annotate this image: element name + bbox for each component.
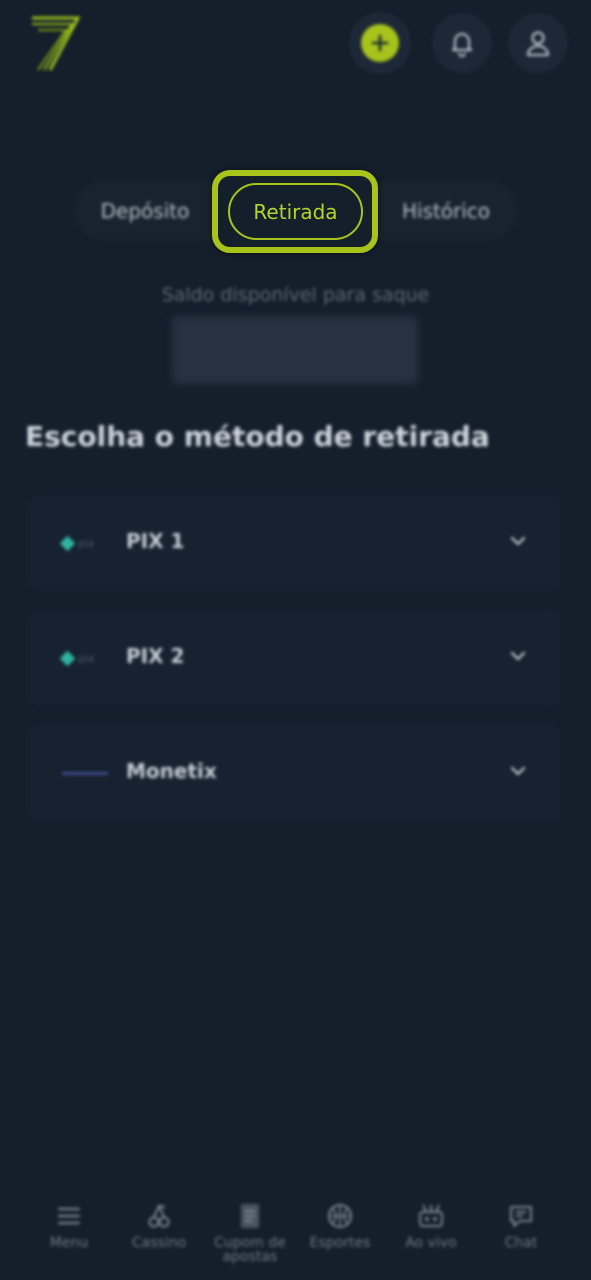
nav-label: Chat (504, 1235, 538, 1251)
bell-icon (452, 33, 472, 57)
nav-label: Cassino (131, 1235, 187, 1251)
tab-deposito[interactable]: Depósito (74, 181, 216, 241)
basketball-icon (295, 1196, 385, 1236)
bottom-nav: Menu Cassino Cupom de apostas Esportes A… (0, 1196, 591, 1280)
nav-label: Ao vivo (405, 1235, 457, 1251)
seven-logo-icon[interactable] (28, 14, 82, 72)
chevron-down-icon[interactable] (508, 646, 528, 666)
method-name: PIX 1 (126, 529, 185, 553)
nav-menu[interactable]: Menu (24, 1196, 114, 1250)
section-title: Escolha o método de retirada (25, 420, 490, 453)
nav-chat[interactable]: Chat (476, 1196, 566, 1250)
profile-button[interactable] (508, 13, 568, 73)
method-monetix[interactable]: Monetix (28, 725, 562, 821)
monetix-logo (62, 763, 108, 783)
method-name: PIX 2 (126, 644, 185, 668)
nav-esportes[interactable]: Esportes (295, 1196, 385, 1250)
chat-icon (476, 1196, 566, 1236)
nav-cupom[interactable]: Cupom de apostas (205, 1196, 295, 1264)
method-name: Monetix (126, 759, 217, 783)
chevron-down-icon[interactable] (508, 531, 528, 551)
chevron-down-icon[interactable] (508, 761, 528, 781)
balance-value-hidden (172, 316, 418, 384)
tab-retirada[interactable]: Retirada (228, 183, 363, 240)
balance-label: Saldo disponível para saque (161, 284, 430, 306)
top-header (0, 0, 591, 90)
cherries-icon (114, 1196, 204, 1236)
plus-icon (361, 24, 399, 62)
nav-label: Menu (49, 1235, 89, 1251)
tab-historico[interactable]: Histórico (386, 181, 506, 241)
nav-cassino[interactable]: Cassino (114, 1196, 204, 1250)
nav-ao-vivo[interactable]: Ao vivo (386, 1196, 476, 1250)
method-pix-2[interactable]: pix PIX 2 (28, 610, 562, 706)
pix-logo: pix (59, 648, 108, 668)
live-icon (386, 1196, 476, 1236)
notifications-button[interactable] (432, 13, 492, 73)
user-icon (527, 31, 549, 56)
pix-logo: pix (59, 533, 108, 553)
nav-label: Cupom de apostas (214, 1235, 286, 1265)
method-pix-1[interactable]: pix PIX 1 (28, 495, 562, 591)
deposit-plus-button[interactable] (350, 13, 410, 73)
hamburger-icon (24, 1196, 114, 1236)
nav-label: Esportes (309, 1235, 371, 1251)
ticket-icon (205, 1196, 295, 1236)
